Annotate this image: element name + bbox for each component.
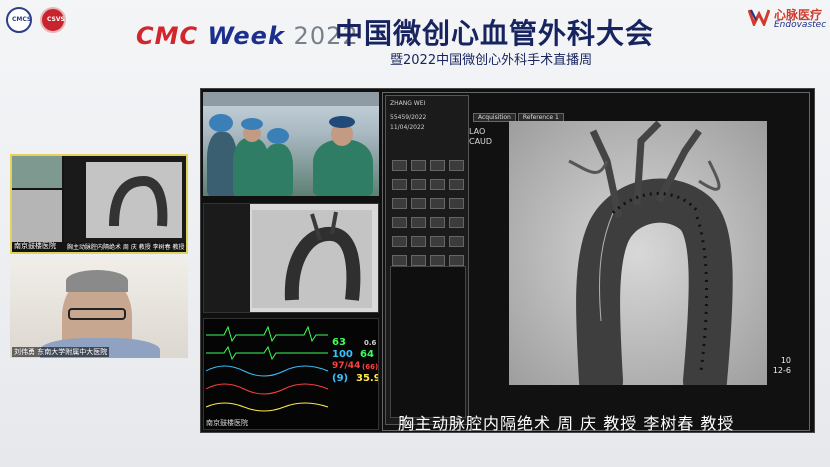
frame-counter: 10 12-6 — [773, 356, 791, 376]
view-caud: CAUD — [469, 137, 493, 146]
cmc-week-title: CMC Week 2022 — [136, 22, 359, 50]
tool-button[interactable] — [449, 236, 464, 247]
frame-number: 10 — [780, 356, 791, 365]
tool-button[interactable] — [392, 160, 407, 171]
surgical-cap-3 — [267, 128, 289, 144]
remote-video-tile-speaker[interactable]: 刘伟勇 东南大学附属中大医院 — [10, 258, 188, 358]
angiography-workstation[interactable]: ZHANG WEI 55459/2022 11/04/2022 Acquisit… — [382, 92, 810, 431]
tool-button[interactable] — [430, 236, 445, 247]
tool-button[interactable] — [411, 160, 426, 171]
cmcs-logo: CMCS — [6, 7, 32, 33]
exam-date: 11/04/2022 — [390, 124, 425, 131]
view-lao: LAO — [469, 127, 486, 136]
vital-temp: 35.9 — [356, 373, 379, 384]
csvs-logo: CSVS — [40, 7, 66, 33]
tool-button[interactable] — [449, 179, 464, 190]
view-angle-info: LAO CAUD — [469, 127, 492, 147]
vital-signs-monitor: 63 0.6 100 64 97/44 (66) (9) 35.9 南京鼓楼医院 — [203, 318, 379, 430]
surgical-cap-4 — [329, 116, 355, 128]
tool-button[interactable] — [392, 179, 407, 190]
sponsor-name-en: Endovastec — [774, 20, 827, 30]
vital-spo2: 100 — [332, 349, 353, 360]
surgical-cap-1 — [209, 114, 233, 132]
conference-title: 中国微创心血管外科大会 — [335, 17, 655, 50]
mini-camera-feed — [12, 156, 62, 188]
tool-button[interactable] — [430, 217, 445, 228]
tool-button[interactable] — [430, 198, 445, 209]
tool-button[interactable] — [392, 255, 407, 266]
vital-map: (66) — [362, 363, 379, 371]
vital-cvp: (9) — [332, 373, 349, 384]
frame-series: 12-6 — [772, 366, 791, 375]
remote-video-tile-hospital[interactable]: 南京鼓楼医院 胸主动脉腔内隔绝术 周 庆 教授 李树春 教授 — [10, 154, 188, 254]
staff-figure-3 — [263, 144, 293, 196]
mini-workstation-feed — [64, 156, 186, 242]
tool-button[interactable] — [430, 160, 445, 171]
thumbnail-area — [390, 266, 466, 418]
glasses-icon — [68, 308, 126, 320]
remote-top-label: 南京鼓楼医院 — [14, 242, 56, 250]
vital-pr: 64 — [360, 349, 374, 360]
surgeon-figure — [313, 140, 373, 196]
tool-button[interactable] — [411, 198, 426, 209]
tool-button[interactable] — [449, 255, 464, 266]
secondary-workstation-view[interactable] — [203, 203, 379, 313]
tool-palette — [390, 158, 466, 272]
or-ceiling — [203, 92, 379, 106]
tool-button[interactable] — [411, 217, 426, 228]
tool-button[interactable] — [392, 198, 407, 209]
tool-button[interactable] — [449, 217, 464, 228]
tool-button[interactable] — [411, 255, 426, 266]
monitor-caption: 南京鼓楼医院 — [206, 419, 248, 427]
mini-aorta-image — [109, 175, 168, 227]
patient-name: ZHANG WEI — [390, 100, 426, 107]
tool-button[interactable] — [449, 198, 464, 209]
angiography-image[interactable] — [509, 121, 767, 385]
secondary-aorta-image — [284, 211, 361, 301]
conference-subtitle: 暨2022中国微创心外科手术直播周 — [390, 53, 593, 68]
tool-button[interactable] — [392, 217, 407, 228]
secondary-angio-image — [252, 210, 372, 308]
tool-button[interactable] — [392, 236, 407, 247]
tool-button[interactable] — [449, 160, 464, 171]
tool-button[interactable] — [430, 255, 445, 266]
remote-top-inner-caption: 胸主动脉腔内隔绝术 周 庆 教授 李树春 教授 — [67, 244, 185, 251]
tool-button[interactable] — [411, 179, 426, 190]
tool-button[interactable] — [430, 179, 445, 190]
speaker-hair — [66, 270, 128, 292]
endovastec-icon — [748, 9, 770, 26]
vital-hr: 63 — [332, 337, 346, 348]
procedure-caption: 胸主动脉腔内隔绝术 周 庆 教授 李树春 教授 — [398, 414, 735, 433]
workstation-control-panel: ZHANG WEI 55459/2022 11/04/2022 — [385, 95, 469, 425]
ecg-waveforms — [205, 325, 329, 412]
tool-button[interactable] — [411, 236, 426, 247]
remote-bottom-label: 刘伟勇 东南大学附属中大医院 — [12, 347, 110, 357]
mini-angio-feed — [12, 190, 62, 242]
aorta-stent-image — [509, 121, 767, 385]
operating-room-camera[interactable] — [203, 92, 379, 196]
secondary-toolbar — [204, 204, 250, 312]
patient-id: 55459/2022 — [390, 114, 427, 121]
surgical-cap-2 — [241, 118, 263, 130]
vital-st: 0.6 — [364, 339, 377, 347]
vital-abp: 97/44 — [332, 361, 361, 371]
